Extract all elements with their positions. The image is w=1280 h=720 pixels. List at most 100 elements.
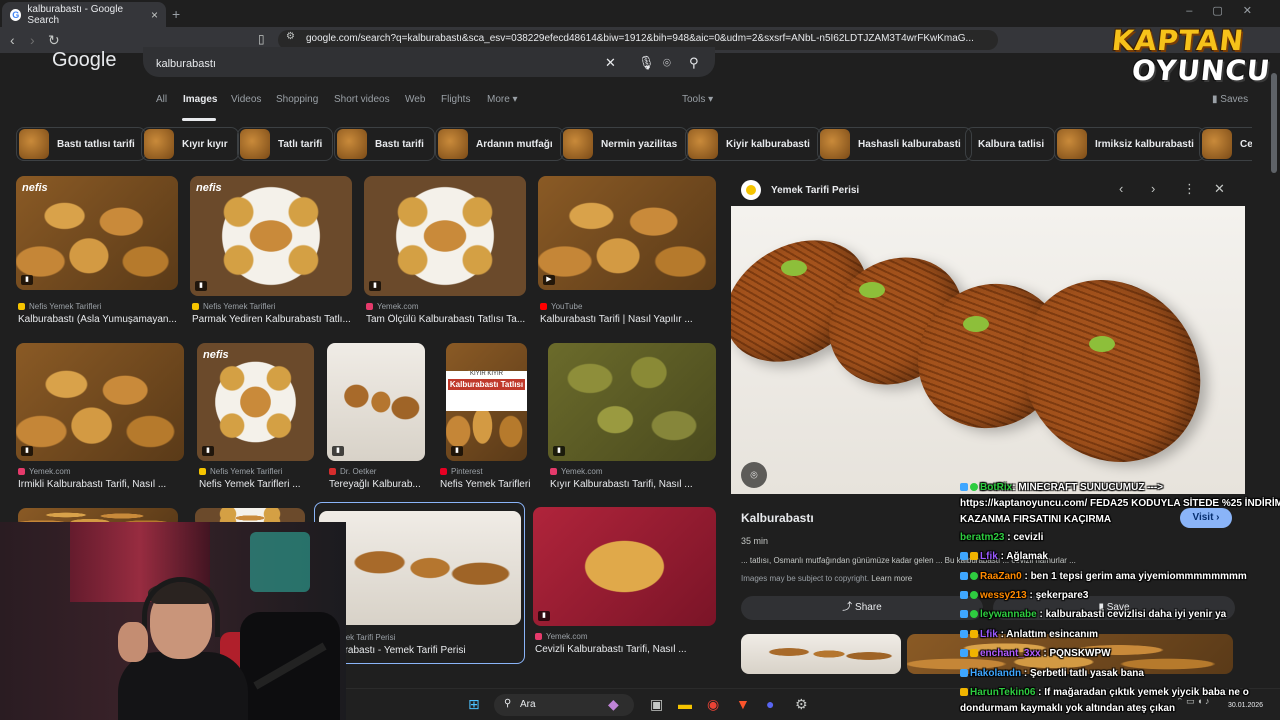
bookmark-icon[interactable]: ▯ — [258, 32, 265, 46]
pastry — [984, 243, 1238, 494]
search-icon: ⚲ — [504, 698, 512, 709]
more-options-icon[interactable]: ⋮ — [1183, 181, 1196, 197]
tab-title: kalburabastı - Google Search — [27, 3, 124, 26]
webcam-overlay — [0, 522, 346, 720]
tab-shopping[interactable]: Shopping — [276, 94, 318, 105]
result-title[interactable]: Kıyır Kalburabastı Tarifi, Nasıl ... — [550, 479, 716, 490]
chip[interactable]: Ardanın mutfağı — [435, 127, 564, 161]
result-title[interactable]: Tam Ölçülü Kalburabastı Tatlısı Ta... — [366, 314, 531, 325]
reload-icon[interactable]: ↻ — [48, 32, 60, 49]
voice-search-icon[interactable]: 🎙 — [638, 55, 655, 71]
window-controls[interactable]: –▢✕ — [1186, 4, 1272, 17]
chip[interactable]: Kalbura tatlisi — [965, 127, 1056, 161]
site-settings-icon[interactable]: ⚙ — [286, 31, 295, 42]
lens-search-icon[interactable]: ⌾ — [663, 55, 671, 71]
next-icon[interactable]: › — [1151, 181, 1155, 196]
saves-button[interactable]: ▮ Saves — [1212, 94, 1248, 105]
related-image[interactable] — [741, 634, 901, 674]
previous-icon[interactable]: ‹ — [1119, 181, 1123, 196]
chip[interactable]: Bastı tarifi — [334, 127, 435, 161]
chip-thumbnail — [240, 129, 270, 159]
scrollbar-thumb[interactable] — [1271, 73, 1277, 173]
result-image[interactable] — [319, 511, 521, 625]
widget-icon[interactable]: ◆ — [608, 696, 619, 713]
video-badge-icon: ▮ — [21, 275, 33, 285]
chip[interactable]: Ce — [1199, 127, 1252, 161]
result-title[interactable]: Kalburabastı (Asla Yumuşamayan... — [18, 314, 178, 325]
chip[interactable]: Kıyır kıyır — [141, 127, 239, 161]
result-title[interactable]: Nefis Yemek Tarifleri ... — [199, 479, 314, 490]
copyright-notice: Images may be subject to copyright. Lear… — [741, 574, 913, 583]
brave-icon[interactable]: ▼ — [736, 696, 750, 712]
result-title[interactable]: İrmikli Kalburabastı Tarifi, Nasıl ... — [18, 479, 184, 490]
chat-message: Lfik : Ağlamak — [960, 551, 1048, 562]
task-view-icon[interactable]: ▣ — [650, 696, 663, 713]
tab-flights[interactable]: Flights — [441, 94, 470, 105]
chip[interactable]: Hashasli kalburabasti — [817, 127, 972, 161]
close-icon[interactable]: ✕ — [1214, 181, 1225, 197]
verified-badge-icon — [970, 572, 978, 580]
back-icon[interactable]: ‹ — [10, 32, 15, 48]
google-logo[interactable]: Google — [52, 49, 117, 72]
watermark-logo: nefis — [203, 349, 229, 361]
result-image[interactable]: ▮ — [327, 343, 425, 461]
new-tab-icon[interactable]: + — [172, 6, 180, 22]
tab-videos[interactable]: Videos — [231, 94, 261, 105]
chat-message: Hakolandn : Şerbetli tatlı yasak bana — [960, 668, 1144, 679]
forward-icon[interactable]: › — [30, 32, 35, 48]
stream-chat-overlay: BotRix: MINECRAFT SUNUCUMUZ ---> https:/… — [960, 480, 1280, 720]
lens-icon[interactable]: ⌾ — [741, 462, 767, 488]
search-icon[interactable]: ⚲ — [689, 55, 699, 71]
result-title[interactable]: Kalburabastı - Yemek Tarifi Perisi — [319, 645, 519, 656]
result-image[interactable]: ▮ — [548, 343, 716, 461]
chip[interactable]: Bastı tatlısı tarifi — [16, 127, 146, 161]
chip-thumbnail — [1057, 129, 1087, 159]
tab-short-videos[interactable]: Short videos — [334, 94, 390, 105]
result-image[interactable]: KIYIR KIYIR Kalburabastı Tatlısı ▮ — [446, 343, 527, 461]
result-title[interactable]: Parmak Yediren Kalburabastı Tatlı... — [192, 314, 352, 325]
result-image[interactable]: ▮ — [533, 507, 716, 626]
result-image[interactable]: nefis ▮ — [16, 176, 178, 290]
settings-icon[interactable]: ⚙ — [795, 696, 808, 713]
browser-tab[interactable]: G kalburabastı - Google Search × — [2, 2, 166, 27]
result-image[interactable]: nefis ▮ — [190, 176, 352, 296]
result-title[interactable]: Cevizli Kalburabastı Tarifi, Nasıl ... — [535, 644, 713, 655]
mod-badge-icon — [960, 483, 968, 491]
result-title[interactable]: Tereyağlı Kalburab... — [329, 479, 425, 490]
chip[interactable]: Nermin yazilitas — [560, 127, 689, 161]
streamer-hand — [118, 622, 148, 662]
chrome-icon[interactable]: ◉ — [707, 696, 719, 713]
tab-more[interactable]: More ▾ — [487, 94, 518, 105]
result-title[interactable]: Nefis Yemek Tarifleri — [440, 479, 530, 490]
active-tab-indicator — [182, 118, 216, 121]
clear-search-icon[interactable]: ✕ — [605, 55, 616, 71]
tab-images[interactable]: Images — [183, 94, 217, 105]
mod-badge-icon — [960, 630, 968, 638]
preview-header[interactable]: Yemek Tarifi Perisi — [741, 180, 859, 200]
close-tab-icon[interactable]: × — [151, 8, 158, 22]
preview-image[interactable]: ⌾ — [731, 206, 1245, 494]
result-image[interactable]: nefis ▮ — [197, 343, 314, 461]
learn-more-link[interactable]: Learn more — [871, 574, 912, 583]
chip[interactable]: Irmiksiz kalburabasti — [1054, 127, 1205, 161]
result-image[interactable]: ▮ — [16, 343, 184, 461]
windows-start-icon[interactable]: ⊞ — [468, 696, 480, 713]
share-button[interactable]: ⤴ Share — [741, 596, 983, 620]
chip[interactable]: Kiyir kalburabasti — [685, 127, 821, 161]
tab-web[interactable]: Web — [405, 94, 425, 105]
result-source: Pinterest — [440, 467, 483, 476]
result-image[interactable]: ▮ — [364, 176, 526, 296]
tools-button[interactable]: Tools ▾ — [682, 94, 713, 105]
result-title[interactable]: Kalburabastı Tarifi | Nasıl Yapılır ... — [540, 314, 715, 325]
search-input[interactable]: kalburabastı ✕ 🎙 ⌾ ⚲ — [143, 47, 715, 77]
result-image[interactable]: ▶ — [538, 176, 716, 290]
chip-thumbnail — [1202, 129, 1232, 159]
pistachio-garnish — [963, 316, 989, 332]
file-explorer-icon[interactable]: ▬ — [678, 696, 692, 712]
discord-icon[interactable]: ● — [766, 696, 774, 712]
chip[interactable]: Tatlı tarifi — [237, 127, 334, 161]
preview-title[interactable]: Kalburabastı — [741, 511, 814, 525]
result-source: Yemek.com — [366, 302, 419, 311]
chip-thumbnail — [820, 129, 850, 159]
tab-all[interactable]: All — [156, 94, 167, 105]
